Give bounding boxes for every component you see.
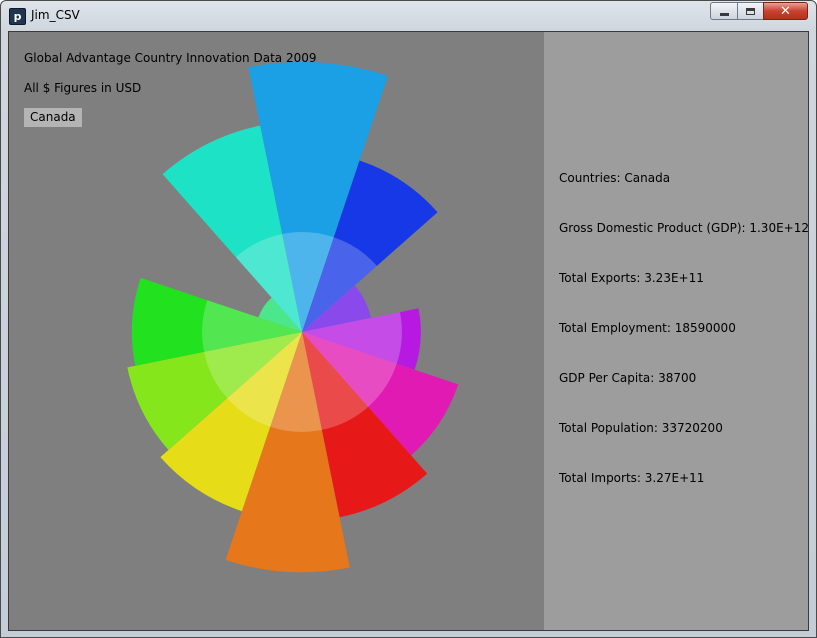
- sketch-canvas: Global Advantage Country Innovation Data…: [8, 31, 809, 631]
- polar-area-chart: [127, 61, 459, 573]
- processing-app-icon: p: [9, 8, 26, 25]
- minimize-icon: [719, 12, 729, 16]
- stat-gdp: Gross Domestic Product (GDP): 1.30E+12: [559, 221, 809, 235]
- chart-title: Global Advantage Country Innovation Data…: [24, 51, 317, 65]
- window-title: Jim_CSV: [31, 8, 80, 22]
- stats-panel: Countries: Canada Gross Domestic Product…: [544, 32, 809, 630]
- minimize-button[interactable]: [710, 2, 737, 20]
- maximize-button[interactable]: [737, 2, 763, 20]
- country-button[interactable]: Canada: [24, 108, 82, 127]
- stat-total-exports: Total Exports: 3.23E+11: [559, 271, 704, 285]
- chart-area: Global Advantage Country Innovation Data…: [9, 32, 544, 630]
- stat-total-imports: Total Imports: 3.27E+11: [559, 471, 705, 485]
- stat-total-employment: Total Employment: 18590000: [559, 321, 736, 335]
- close-icon: ✕: [780, 3, 791, 19]
- stat-total-population: Total Population: 33720200: [559, 421, 723, 435]
- chart-subtitle: All $ Figures in USD: [24, 81, 142, 95]
- stat-gdp-per-capita: GDP Per Capita: 38700: [559, 371, 697, 385]
- title-bar[interactable]: p Jim_CSV ✕: [1, 1, 816, 31]
- stat-countries: Countries: Canada: [559, 171, 671, 185]
- maximize-icon: [746, 7, 755, 15]
- close-button[interactable]: ✕: [763, 2, 808, 20]
- window-controls: ✕: [710, 2, 808, 22]
- app-window: p Jim_CSV ✕ Global Advantage Country Inn…: [0, 0, 817, 638]
